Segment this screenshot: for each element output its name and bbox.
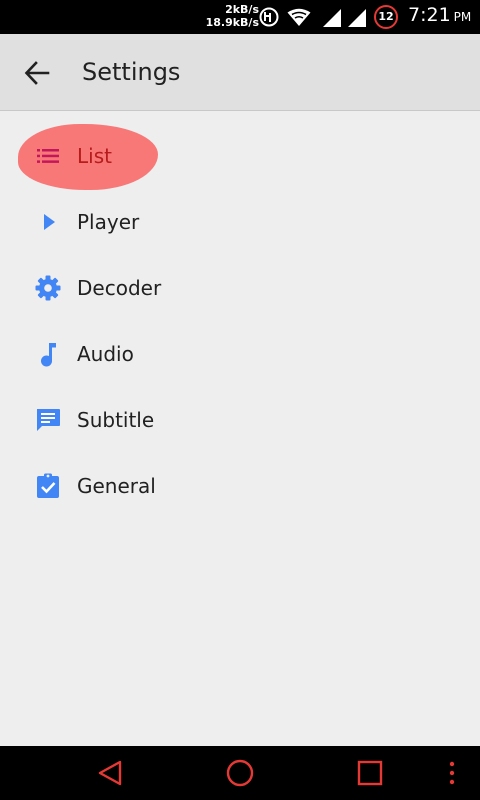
home-circle-icon[interactable] [225, 758, 255, 788]
net-speed-down: 18.9kB/s [205, 16, 259, 29]
signal-icon [348, 9, 366, 27]
list-icon [34, 142, 62, 170]
settings-item-label: Subtitle [77, 408, 155, 432]
nav-home-button[interactable] [218, 746, 262, 800]
settings-item-player[interactable]: Player [0, 189, 480, 255]
settings-item-general[interactable]: General [0, 453, 480, 519]
navigation-bar [0, 746, 480, 800]
recents-square-icon[interactable] [356, 759, 384, 787]
hotspot-icon [259, 7, 279, 27]
notification-badge: 12 [374, 5, 398, 29]
signal-icon [323, 9, 341, 27]
wifi-icon [287, 8, 311, 26]
settings-item-label: Audio [77, 342, 134, 366]
gear-icon [34, 274, 62, 302]
clock-ampm: PM [453, 10, 472, 24]
screen: 2kB/s 18.9kB/s 12 7:21 PM Settings List … [0, 0, 480, 800]
status-bar: 2kB/s 18.9kB/s 12 7:21 PM [0, 0, 480, 34]
nav-back-button[interactable] [88, 746, 132, 800]
music-note-icon [34, 340, 62, 368]
net-speed-up: 2kB/s [225, 3, 259, 16]
overflow-menu-icon[interactable] [448, 759, 456, 787]
back-triangle-icon[interactable] [96, 759, 124, 787]
settings-item-audio[interactable]: Audio [0, 321, 480, 387]
settings-list: List Player Decoder Audio Subtitle Gener… [0, 123, 480, 519]
nav-overflow-button[interactable] [440, 746, 464, 800]
settings-item-subtitle[interactable]: Subtitle [0, 387, 480, 453]
toolbar: Settings [0, 34, 480, 111]
clock-time: 7:21 [408, 4, 451, 26]
network-speed: 2kB/s 18.9kB/s [203, 3, 259, 29]
play-icon [34, 208, 62, 236]
assignment-check-icon [34, 472, 62, 500]
settings-item-list[interactable]: List [0, 123, 480, 189]
page-title: Settings [82, 58, 181, 86]
settings-item-decoder[interactable]: Decoder [0, 255, 480, 321]
back-button[interactable] [16, 52, 58, 94]
arrow-back-icon[interactable] [24, 60, 50, 86]
settings-item-label: List [77, 144, 112, 168]
subtitle-icon [34, 406, 62, 434]
settings-item-label: Decoder [77, 276, 162, 300]
status-clock: 7:21 PM [408, 4, 471, 26]
settings-item-label: Player [77, 210, 140, 234]
nav-recents-button[interactable] [348, 746, 392, 800]
settings-item-label: General [77, 474, 156, 498]
